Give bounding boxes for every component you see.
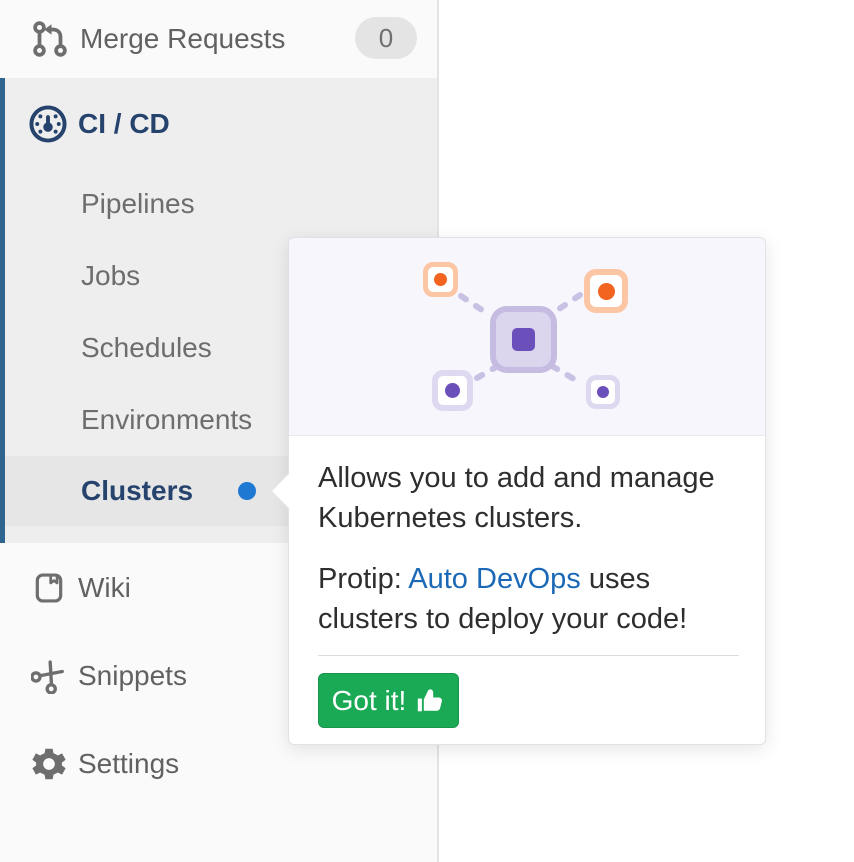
gauge-icon	[27, 103, 69, 145]
sidebar-item-pipelines[interactable]: Pipelines	[0, 168, 437, 240]
cluster-node-purple-small	[586, 375, 620, 409]
cluster-node-orange-large	[584, 269, 628, 313]
popover-divider	[318, 655, 739, 656]
sidebar-item-label: Clusters	[81, 475, 193, 507]
description-line1: Allows you to add and manage	[318, 462, 715, 494]
popover-body: Allows you to add and manage Kubernetes …	[318, 458, 750, 639]
active-section-indicator	[0, 78, 5, 543]
sidebar-item-label: Pipelines	[81, 188, 195, 220]
protip-mid: uses	[581, 563, 650, 595]
clusters-feature-popover: Allows you to add and manage Kubernetes …	[288, 237, 766, 745]
protip-prefix: Protip:	[318, 563, 408, 595]
notification-dot	[238, 482, 256, 500]
cluster-node-purple-large	[432, 370, 473, 411]
center-square	[512, 328, 535, 351]
description-line2: Kubernetes clusters.	[318, 502, 582, 534]
sidebar-item-label: Merge Requests	[80, 23, 285, 55]
sidebar-item-label: Schedules	[81, 332, 212, 364]
popover-protip: Protip: Auto DevOps uses clusters to dep…	[318, 559, 750, 639]
scissors-icon	[31, 658, 67, 694]
node-dot	[597, 386, 609, 398]
sidebar-item-merge-requests[interactable]: Merge Requests 0	[0, 0, 437, 78]
gear-icon	[31, 745, 67, 783]
cluster-center-node	[490, 306, 557, 373]
node-dot	[434, 273, 447, 286]
sidebar-item-label: Wiki	[78, 572, 131, 604]
sidebar-item-ci-cd[interactable]: CI / CD	[0, 98, 437, 150]
thumbs-up-icon	[415, 686, 445, 716]
sidebar-item-label: Settings	[78, 748, 179, 780]
sidebar-item-label: Snippets	[78, 660, 187, 692]
node-dot	[445, 383, 460, 398]
got-it-button[interactable]: Got it!	[318, 673, 459, 728]
got-it-button-label: Got it!	[332, 685, 407, 717]
cluster-node-orange-small	[423, 262, 458, 297]
merge-requests-count-badge: 0	[355, 17, 417, 59]
node-dot	[598, 283, 615, 300]
kubernetes-cluster-illustration	[289, 238, 765, 436]
sidebar-item-label: Jobs	[81, 260, 140, 292]
sidebar-item-label: Environments	[81, 404, 252, 436]
merge-request-icon	[29, 19, 71, 59]
book-icon	[31, 571, 67, 605]
protip-line2: clusters to deploy your code!	[318, 603, 687, 635]
auto-devops-link[interactable]: Auto DevOps	[408, 563, 580, 595]
sidebar-item-label: CI / CD	[78, 108, 170, 140]
popover-description: Allows you to add and manage Kubernetes …	[318, 458, 750, 538]
